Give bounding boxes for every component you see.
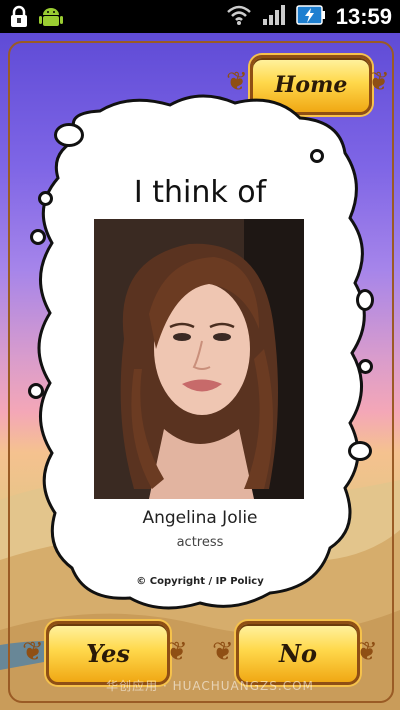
no-button[interactable]: No — [236, 621, 360, 685]
ornament-icon: ❦ — [356, 637, 378, 667]
signal-icon — [262, 4, 286, 30]
bubble — [358, 359, 373, 374]
person-name: Angelina Jolie — [142, 508, 258, 528]
ornament-icon: ❦ — [212, 637, 234, 667]
status-left — [8, 4, 64, 34]
bubble — [348, 441, 372, 461]
yes-button[interactable]: Yes — [46, 621, 170, 685]
battery-charging-icon — [295, 4, 326, 30]
watermark: 华创应用 · HUACHUANGZS.COM — [106, 679, 314, 693]
guess-card: I think of Angelina Jolie actress © Copy… — [52, 143, 348, 603]
yes-button-label: Yes — [86, 638, 130, 668]
lock-icon — [8, 5, 30, 33]
bubble — [356, 289, 374, 311]
portrait-image — [94, 219, 304, 499]
bubble — [28, 383, 44, 399]
game-screen: ❦ Home ❦ I think of Angelina Jolie actre… — [0, 33, 400, 710]
clock: 13:59 — [335, 4, 392, 29]
android-icon — [38, 4, 64, 34]
no-button-label: No — [279, 638, 317, 668]
person-photo — [94, 219, 304, 499]
copyright-link[interactable]: © Copyright / IP Policy — [52, 576, 348, 587]
ornament-icon: ❦ — [22, 637, 44, 667]
bubble — [38, 191, 53, 206]
wifi-icon — [226, 4, 252, 30]
bubble — [30, 229, 46, 245]
status-right: 13:59 — [226, 4, 392, 30]
card-title: I think of — [133, 175, 267, 210]
ornament-icon: ❦ — [166, 637, 188, 667]
status-bar: 13:59 — [0, 0, 400, 33]
person-occupation: actress — [176, 535, 224, 550]
